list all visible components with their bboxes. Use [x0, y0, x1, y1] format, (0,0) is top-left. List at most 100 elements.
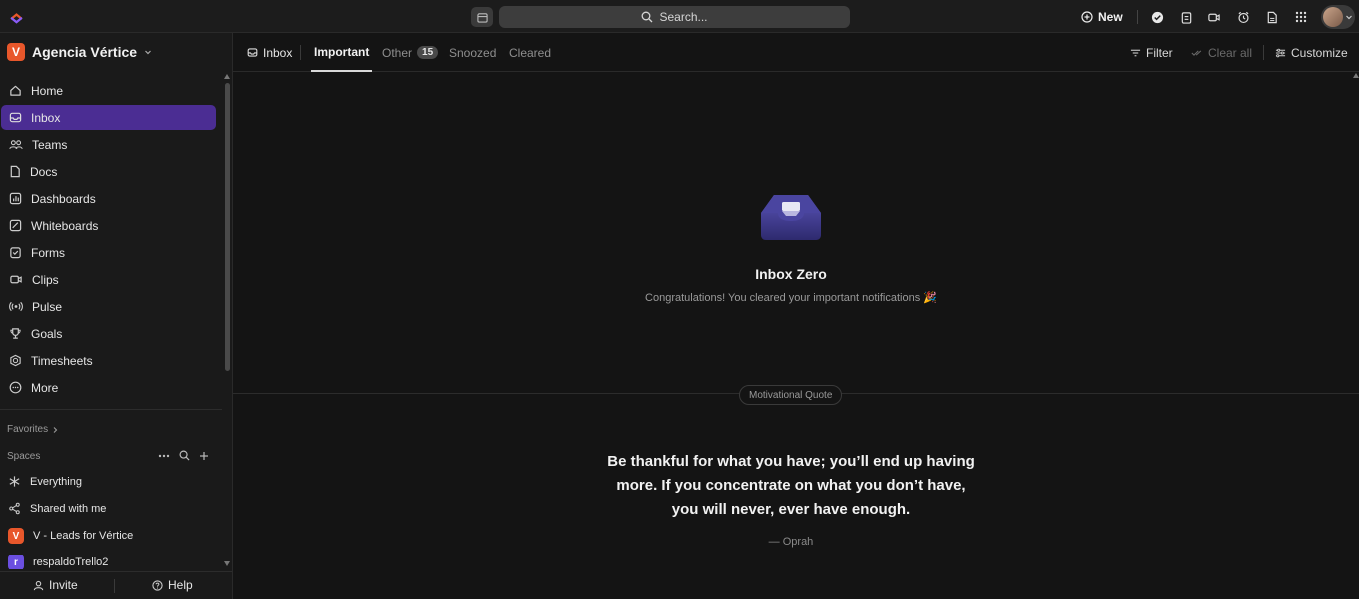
timesheet-icon [10, 354, 21, 367]
sidebar-nav: Home Inbox Teams Docs Dashboards Whitebo… [0, 78, 222, 402]
customize-label: Customize [1291, 45, 1348, 60]
more-icon [9, 381, 22, 394]
space-item-label: Shared with me [30, 502, 107, 515]
user-avatar-menu[interactable] [1321, 5, 1355, 29]
customize-button[interactable]: Customize [1275, 33, 1348, 72]
sidebar-item-clips[interactable]: Clips [1, 267, 216, 292]
docs-icon [10, 165, 20, 178]
workspace-name: Agencia Vértice [32, 44, 138, 60]
plus-icon[interactable] [199, 451, 209, 461]
sidebar-item-goals[interactable]: Goals [1, 321, 216, 346]
space-item-leads[interactable]: V V - Leads for Vértice [8, 528, 133, 544]
forms-icon [10, 247, 21, 259]
space-avatar: V [8, 528, 24, 544]
scroll-up-arrow[interactable] [224, 74, 230, 79]
spaces-header: Spaces [7, 451, 40, 462]
avatar [1323, 7, 1343, 27]
space-item-label: V - Leads for Vértice [33, 530, 134, 542]
invite-label: Invite [49, 578, 78, 592]
everything-icon [9, 476, 20, 487]
sidebar-item-label: Dashboards [31, 191, 96, 206]
check-circle-icon[interactable] [1149, 9, 1165, 25]
new-button[interactable]: New [1081, 8, 1123, 26]
tab-label: Other [382, 45, 413, 60]
tab-inbox[interactable]: Inbox [247, 33, 292, 72]
sidebar-item-label: Goals [31, 326, 63, 341]
check-all-icon [1191, 49, 1202, 56]
dashboard-icon [9, 192, 22, 205]
search-icon[interactable] [179, 450, 190, 461]
sidebar-item-forms[interactable]: Forms [1, 240, 216, 265]
invite-button[interactable]: Invite [33, 578, 78, 592]
apps-grid-icon[interactable] [1293, 9, 1309, 25]
favorites-header[interactable]: Favorites [7, 424, 59, 435]
favorites-label: Favorites [7, 424, 49, 435]
tab-other[interactable]: Other 15 [382, 33, 439, 72]
app-logo-icon[interactable] [9, 9, 24, 24]
sidebar-item-docs[interactable]: Docs [1, 159, 216, 184]
sidebar-item-home[interactable]: Home [1, 78, 216, 103]
share-icon [9, 502, 20, 515]
quote-author: — Oprah [768, 536, 814, 548]
tab-label: Inbox [263, 45, 293, 60]
chevron-right-icon [53, 426, 58, 433]
sidebar-item-timesheets[interactable]: Timesheets [1, 348, 216, 373]
sidebar-scrollbar[interactable] [225, 83, 230, 371]
scroll-down-arrow[interactable] [224, 561, 230, 566]
video-icon[interactable] [1206, 9, 1222, 25]
space-item-label: respaldoTrello2 [33, 556, 109, 568]
other-count-badge: 15 [417, 46, 439, 59]
filter-label: Filter [1146, 45, 1173, 60]
calendar-button[interactable] [471, 7, 493, 27]
notepad-icon[interactable] [1178, 9, 1194, 25]
sidebar-item-teams[interactable]: Teams [1, 132, 216, 157]
chevron-down-icon [145, 50, 151, 55]
clear-all-button[interactable]: Clear all [1191, 33, 1252, 72]
document-icon[interactable] [1264, 9, 1280, 25]
trophy-icon [10, 328, 21, 339]
new-button-label: New [1098, 10, 1123, 24]
sidebar-item-pulse[interactable]: Pulse [1, 294, 216, 319]
clips-icon [10, 275, 22, 284]
filter-button[interactable]: Filter [1130, 33, 1173, 72]
user-icon [33, 580, 44, 590]
tab-cleared[interactable]: Cleared [509, 33, 551, 72]
footer-divider [114, 579, 115, 593]
tab-snoozed[interactable]: Snoozed [449, 33, 496, 72]
calendar-icon [476, 12, 488, 23]
sidebar-item-dashboards[interactable]: Dashboards [1, 186, 216, 211]
tab-divider [300, 45, 301, 60]
plus-circle-icon [1081, 11, 1093, 23]
quote-text: Be thankful for what you have; you’ll en… [607, 453, 975, 518]
space-item-respaldo[interactable]: r respaldoTrello2 [8, 555, 108, 569]
space-item-everything[interactable]: Everything [8, 475, 82, 488]
sidebar-item-label: Docs [30, 164, 58, 179]
spaces-actions [158, 450, 209, 461]
toolbar-divider [1263, 45, 1264, 60]
space-item-shared[interactable]: Shared with me [8, 502, 106, 515]
help-button[interactable]: Help [152, 578, 193, 592]
sidebar-item-more[interactable]: More [1, 375, 216, 400]
sidebar-item-label: Pulse [32, 299, 63, 314]
alarm-clock-icon[interactable] [1235, 9, 1251, 25]
sidebar-item-whiteboards[interactable]: Whiteboards [1, 213, 216, 238]
more-horizontal-icon[interactable] [158, 454, 170, 458]
pulse-icon [9, 301, 23, 312]
sliders-icon [1275, 48, 1286, 57]
teams-icon [9, 140, 23, 150]
help-label: Help [168, 578, 193, 592]
whiteboard-icon [9, 219, 22, 232]
search-bar[interactable]: Search... [499, 6, 850, 28]
sidebar-item-inbox[interactable]: Inbox [1, 105, 216, 130]
workspace-switcher[interactable]: V Agencia Vértice [7, 43, 152, 61]
sidebar-item-label: Inbox [31, 110, 61, 125]
filter-icon [1130, 49, 1141, 56]
tab-important[interactable]: Important [311, 33, 373, 72]
help-icon [152, 579, 163, 591]
empty-state-title: Inbox Zero [755, 266, 827, 282]
toolbar-divider [1137, 10, 1138, 24]
sidebar-footer: Invite Help [0, 571, 232, 599]
main-scroll-up-arrow[interactable] [1353, 73, 1359, 78]
top-bar: Search... New [0, 0, 1359, 33]
empty-state-subtitle: Congratulations! You cleared your import… [645, 292, 937, 304]
